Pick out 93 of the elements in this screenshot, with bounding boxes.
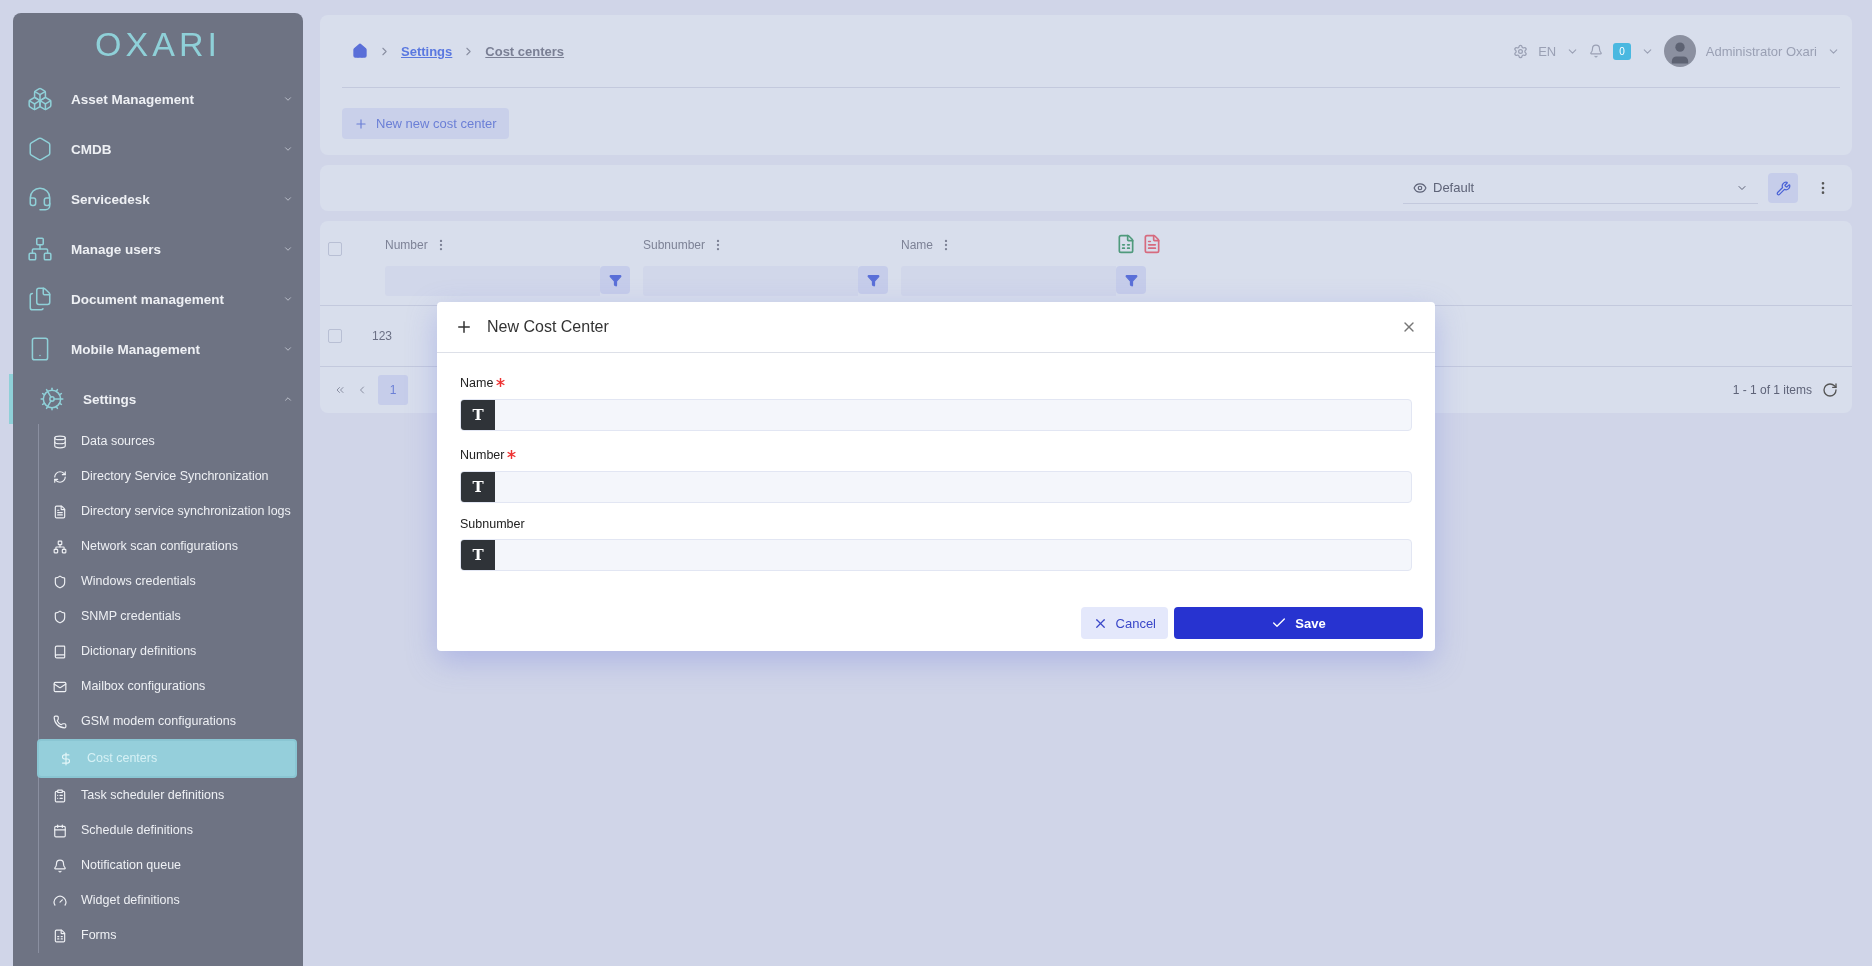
logo: OXARI xyxy=(94,25,222,64)
headset-icon xyxy=(27,186,53,212)
required-asterisk-icon xyxy=(507,450,517,459)
field-label: Subnumber xyxy=(460,517,525,531)
hexagon-icon xyxy=(27,136,53,162)
chevron-down-icon xyxy=(283,94,293,104)
cancel-button[interactable]: Cancel xyxy=(1080,607,1168,639)
sidebar-subitem[interactable]: Dictionary definitions xyxy=(39,634,297,669)
chevron-up-icon xyxy=(283,394,293,404)
clipboard-icon xyxy=(53,788,67,803)
refresh-icon xyxy=(53,469,67,484)
sidebar-item[interactable]: CMDB xyxy=(9,124,303,174)
sidebar-subitem[interactable]: Network scan configurations xyxy=(39,529,297,564)
network-icon xyxy=(53,539,67,554)
refresh-icon[interactable] xyxy=(1822,382,1838,398)
sidebar-subitem[interactable]: Notification queue xyxy=(39,848,297,883)
files-icon xyxy=(27,286,53,312)
filter-icon xyxy=(866,273,880,287)
sidebar-item[interactable]: Document management xyxy=(9,274,303,324)
settings-icon[interactable] xyxy=(1513,43,1529,59)
phone-icon xyxy=(53,714,67,729)
network-icon xyxy=(27,236,53,262)
filter-icon xyxy=(608,273,622,287)
field-label: Number xyxy=(460,448,505,462)
chevron-down-icon xyxy=(283,244,293,254)
document-icon xyxy=(53,504,67,519)
column-header: Name xyxy=(901,238,933,252)
sidebar-subitem[interactable]: Windows credentials xyxy=(39,564,297,599)
wrench-icon xyxy=(1775,180,1791,196)
database-icon xyxy=(53,434,67,449)
excel-icon[interactable] xyxy=(1116,234,1136,254)
boxes-icon xyxy=(27,86,53,112)
sidebar-subitem[interactable]: Directory service synchronization logs xyxy=(39,494,297,529)
dollar-icon xyxy=(59,751,73,766)
sidebar-subitem[interactable]: Widget definitions xyxy=(39,883,297,918)
required-asterisk-icon xyxy=(496,378,506,387)
filter-icon xyxy=(1124,273,1138,287)
column-header: Number xyxy=(385,238,428,252)
sidebar-subitem[interactable]: Directory Service Synchronization xyxy=(39,459,297,494)
chevron-down-icon xyxy=(283,294,293,304)
text-field[interactable]: T xyxy=(460,539,1412,571)
select-all-checkbox[interactable] xyxy=(328,242,342,256)
pagination-summary: 1 - 1 of 1 items xyxy=(1732,383,1812,397)
filter-button[interactable] xyxy=(600,266,630,294)
sidebar-subitem[interactable]: Task scheduler definitions xyxy=(39,778,297,813)
bell-icon[interactable] xyxy=(1589,44,1604,58)
sidebar-subitem[interactable]: GSM modem configurations xyxy=(39,704,297,739)
field-label: Name xyxy=(460,376,494,390)
view-select[interactable]: Default xyxy=(1403,172,1758,204)
notification-count: 0 xyxy=(1613,42,1631,60)
sidebar-item[interactable]: Servicedesk xyxy=(9,174,303,224)
wrench-button[interactable] xyxy=(1768,173,1798,203)
book-icon xyxy=(53,644,67,659)
table-cell: 123 xyxy=(372,329,393,343)
text-field[interactable]: T xyxy=(460,471,1412,503)
filter-button[interactable] xyxy=(1116,266,1146,294)
row-checkbox[interactable] xyxy=(328,329,342,343)
sidebar-item[interactable]: Mobile Management xyxy=(9,324,303,374)
first-page-icon[interactable] xyxy=(334,384,346,396)
gauge-icon xyxy=(53,893,67,908)
plus-icon xyxy=(455,318,473,336)
form-icon xyxy=(53,928,67,943)
sidebar-subitem[interactable]: Forms xyxy=(39,918,297,953)
sidebar-item[interactable]: Settings xyxy=(9,374,303,424)
column-header: Subnumber xyxy=(643,238,706,252)
shield-icon xyxy=(53,574,67,589)
filter-button[interactable] xyxy=(858,266,888,294)
breadcrumb-link[interactable]: Settings xyxy=(401,43,453,59)
chevron-down-icon xyxy=(283,144,293,154)
gear-icon xyxy=(39,386,65,412)
breadcrumb-link[interactable]: Cost centers xyxy=(485,43,565,59)
dialog-title: New Cost Center xyxy=(487,318,610,336)
sidebar-item[interactable]: Manage users xyxy=(9,224,303,274)
text-field[interactable]: T xyxy=(460,399,1412,431)
sidebar-subitem[interactable]: Data sources xyxy=(39,424,297,459)
mail-icon xyxy=(53,679,67,694)
eye-icon xyxy=(1413,180,1427,195)
avatar[interactable] xyxy=(1663,35,1696,67)
shield-icon xyxy=(53,609,67,624)
new-cost-center-button[interactable]: New new cost center xyxy=(342,108,509,139)
chevron-down-icon xyxy=(283,344,293,354)
page-button[interactable]: 1 xyxy=(378,375,408,405)
calendar-icon xyxy=(53,823,67,838)
sidebar-subitem[interactable]: Schedule definitions xyxy=(39,813,297,848)
sidebar-subitem[interactable]: Mailbox configurations xyxy=(39,669,297,704)
plus-icon xyxy=(354,116,368,131)
save-button[interactable]: Save xyxy=(1174,607,1423,639)
bell-icon xyxy=(53,858,67,873)
pdf-icon[interactable] xyxy=(1142,234,1162,254)
sidebar-item[interactable]: Asset Management xyxy=(9,74,303,124)
home-icon[interactable] xyxy=(352,43,368,59)
sidebar-subitem[interactable]: SNMP credentials xyxy=(39,599,297,634)
chevron-down-icon xyxy=(283,194,293,204)
